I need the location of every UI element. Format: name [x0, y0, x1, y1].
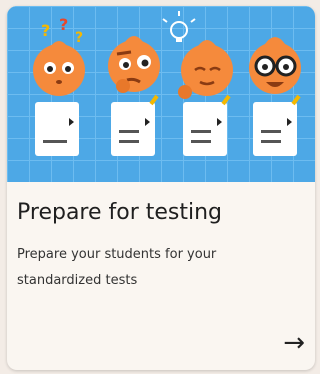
svg-text:?: ? [59, 15, 68, 34]
arrow-right-icon[interactable]: → [283, 330, 305, 356]
card-title: Prepare for testing [17, 200, 223, 225]
test-prep-illustration: ? ? ? [7, 6, 315, 182]
svg-text:?: ? [75, 30, 83, 46]
svg-text:?: ? [41, 21, 50, 40]
card-description: Prepare your students for your standardi… [17, 247, 217, 288]
prepare-for-testing-card[interactable]: ? ? ? Prepare for testing Prepare your s… [7, 6, 315, 370]
